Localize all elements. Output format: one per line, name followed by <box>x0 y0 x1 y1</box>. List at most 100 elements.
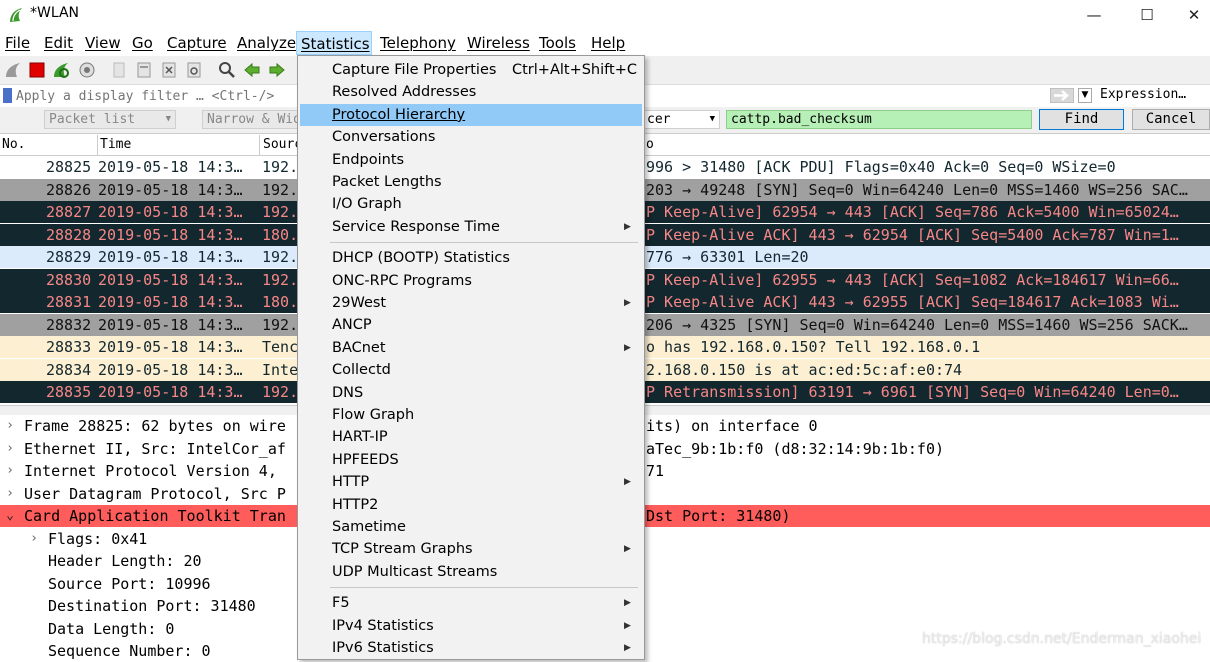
tree-item-label: Sequence Number: 0 <box>48 642 211 660</box>
packet-no: 28831 <box>46 293 92 311</box>
menu-statistics[interactable]: Statistics <box>296 31 372 55</box>
chevron-down-icon: ▼ <box>165 114 171 124</box>
menu-item-label: HPFEEDS <box>332 451 399 468</box>
menu-item-ipv4-statistics[interactable]: IPv4 Statistics ▶ <box>300 615 642 637</box>
expand-arrow-icon[interactable]: › <box>4 415 16 437</box>
menu-capture[interactable]: Capture <box>163 31 231 55</box>
packet-time: 2019-05-18 14:3… <box>98 360 243 379</box>
minimize-button[interactable]: — <box>1071 0 1117 30</box>
menu-item-flow-graph[interactable]: Flow Graph <box>300 404 642 426</box>
menu-item-udp-multicast-streams[interactable]: UDP Multicast Streams <box>300 561 642 583</box>
menu-item-onc-rpc-programs[interactable]: ONC-RPC Programs <box>300 270 642 292</box>
menu-item-packet-lengths[interactable]: Packet Lengths <box>300 171 642 193</box>
search-type-combo[interactable]: cer ▼ <box>642 110 720 129</box>
character-width-combo[interactable]: Narrow & Wide <box>202 110 298 129</box>
packet-no: 28827 <box>46 203 92 221</box>
menu-item-sametime[interactable]: Sametime <box>300 516 642 538</box>
column-header-time[interactable]: Time <box>100 137 131 152</box>
packet-time: 2019-05-18 14:3… <box>98 383 243 401</box>
collapse-arrow-icon[interactable]: ⌄ <box>4 505 16 527</box>
go-forward-icon[interactable] <box>268 61 286 79</box>
expression-button[interactable]: Expression… <box>1100 87 1186 102</box>
filter-history-dropdown-icon[interactable]: ▼ <box>1078 88 1092 103</box>
start-capture-icon[interactable] <box>4 61 22 79</box>
menu-item-label: ONC-RPC Programs <box>332 272 472 289</box>
bookmark-icon[interactable] <box>3 88 12 103</box>
menu-item-label: Collectd <box>332 362 391 379</box>
menu-analyze[interactable]: Analyze <box>233 31 300 55</box>
menu-item-ipv6-statistics[interactable]: IPv6 Statistics ▶ <box>300 637 642 659</box>
packet-info: 206 → 4325 [SYN] Seq=0 Win=64240 Len=0 M… <box>646 315 1188 334</box>
submenu-arrow-icon: ▶ <box>624 598 631 609</box>
open-file-icon[interactable] <box>110 61 128 79</box>
packet-no: 28826 <box>46 180 92 199</box>
menu-item-collectd[interactable]: Collectd <box>300 359 642 381</box>
packet-info: P Keep-Alive ACK] 443 → 62955 [ACK] Seq=… <box>646 293 1179 311</box>
column-header-info[interactable]: o <box>646 137 654 152</box>
menu-item-label: Flow Graph <box>332 407 415 423</box>
menu-go[interactable]: Go <box>128 31 157 55</box>
save-file-icon[interactable] <box>135 61 153 79</box>
menu-item-endpoints[interactable]: Endpoints <box>300 149 642 171</box>
find-button[interactable]: Find <box>1039 109 1124 130</box>
menu-item-dhcp-bootp-statistics[interactable]: DHCP (BOOTP) Statistics <box>300 247 642 269</box>
menu-tools[interactable]: Tools <box>535 31 580 55</box>
menu-item-29west[interactable]: 29West ▶ <box>300 292 642 314</box>
capture-options-icon[interactable] <box>78 61 96 79</box>
column-header-no[interactable]: No. <box>2 137 25 152</box>
tree-item-label: User Datagram Protocol, Src P <box>24 484 286 503</box>
maximize-button[interactable]: ☐ <box>1124 0 1170 30</box>
close-button[interactable]: ✕ <box>1178 0 1210 30</box>
menu-item-hart-ip[interactable]: HART-IP <box>300 426 642 448</box>
menu-item-label: F5 <box>332 595 350 612</box>
apply-filter-arrow-icon[interactable] <box>1050 88 1074 103</box>
stop-capture-icon[interactable] <box>28 61 46 79</box>
menu-item-conversations[interactable]: Conversations <box>300 126 642 148</box>
expand-arrow-icon[interactable]: › <box>4 483 16 505</box>
menu-item-f5[interactable]: F5 ▶ <box>300 592 642 614</box>
menu-item-ancp[interactable]: ANCP <box>300 314 642 336</box>
find-packet-icon[interactable] <box>218 61 236 79</box>
restart-capture-icon[interactable] <box>52 61 70 79</box>
packet-time: 2019-05-18 14:3… <box>98 203 243 221</box>
menu-item-dns[interactable]: DNS <box>300 382 642 404</box>
packet-no: 28834 <box>46 360 92 379</box>
menu-item-capture-file-properties[interactable]: Capture File Properties Ctrl+Alt+Shift+C <box>300 59 642 81</box>
menu-wireless[interactable]: Wireless <box>463 31 534 55</box>
search-in-combo[interactable]: Packet list ▼ <box>44 110 176 129</box>
column-separator[interactable] <box>259 135 260 155</box>
menu-item-label: Service Response Time <box>332 218 500 235</box>
expand-arrow-icon[interactable]: › <box>4 460 16 482</box>
cancel-button[interactable]: Cancel <box>1132 109 1210 130</box>
expand-arrow-icon[interactable]: › <box>28 528 40 550</box>
reload-file-icon[interactable] <box>185 61 203 79</box>
menu-telephony[interactable]: Telephony <box>376 31 460 55</box>
menu-file[interactable]: File <box>1 31 34 55</box>
menu-item-resolved-addresses[interactable]: Resolved Addresses <box>300 81 642 103</box>
display-filter-input[interactable] <box>16 87 296 105</box>
menu-item-hpfeeds[interactable]: HPFEEDS <box>300 449 642 471</box>
menu-item-http[interactable]: HTTP ▶ <box>300 471 642 493</box>
menu-item-label: BACnet <box>332 339 386 356</box>
packet-source: 192. <box>262 158 299 176</box>
menu-bar: File Edit View Go Capture Analyze Statis… <box>0 31 1210 55</box>
menu-item-service-response-time[interactable]: Service Response Time ▶ <box>300 216 642 238</box>
close-file-icon[interactable] <box>160 61 178 79</box>
packet-source: 192. <box>262 383 299 401</box>
go-back-icon[interactable] <box>243 61 261 79</box>
menu-edit[interactable]: Edit <box>40 31 77 55</box>
menu-item-protocol-hierarchy[interactable]: Protocol Hierarchy <box>300 103 642 126</box>
menu-item-label: Protocol Hierarchy <box>332 106 466 123</box>
menu-item-tcp-stream-graphs[interactable]: TCP Stream Graphs ▶ <box>300 538 642 560</box>
column-separator[interactable] <box>97 135 98 155</box>
find-string-input[interactable] <box>726 110 1032 129</box>
tree-item-label: Card Application Toolkit Tran <box>24 507 286 525</box>
menu-item-bacnet[interactable]: BACnet ▶ <box>300 337 642 359</box>
menu-item-i-o-graph[interactable]: I/O Graph <box>300 193 642 215</box>
tree-item-label-tail: its) on interface 0 <box>646 417 818 435</box>
menu-item-http2[interactable]: HTTP2 <box>300 494 642 516</box>
menu-help[interactable]: Help <box>587 31 629 55</box>
expand-arrow-icon[interactable]: › <box>4 438 16 460</box>
packet-info: 2.168.0.150 is at ac:ed:5c:af:e0:74 <box>646 360 963 379</box>
menu-view[interactable]: View <box>81 31 125 55</box>
